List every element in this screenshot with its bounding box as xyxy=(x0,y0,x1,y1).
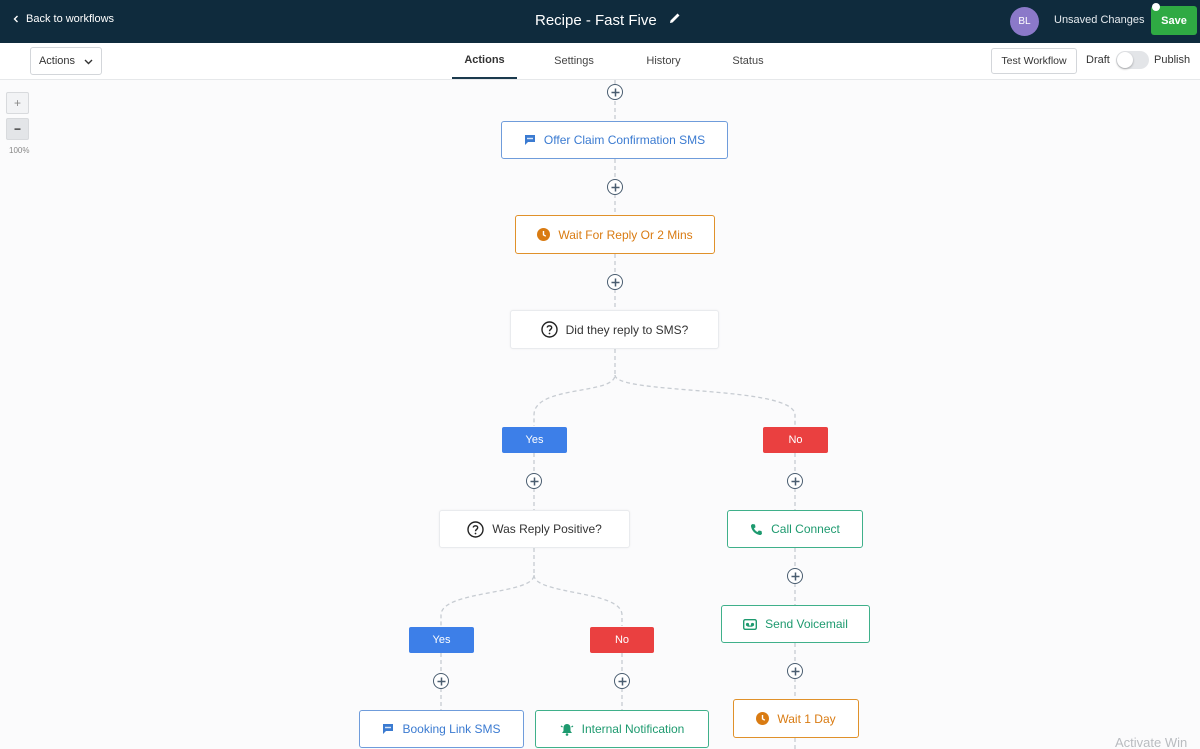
connector xyxy=(440,548,535,626)
add-step-button[interactable] xyxy=(526,473,542,489)
back-label: Back to workflows xyxy=(26,13,115,25)
add-step-button[interactable] xyxy=(607,84,623,100)
connector xyxy=(614,374,796,426)
sub-toolbar: Actions Actions Settings History Status … xyxy=(0,43,1200,80)
plus-icon xyxy=(530,477,538,485)
clock-icon xyxy=(756,712,770,725)
tab-status[interactable]: Status xyxy=(696,43,800,79)
node-internal-notification[interactable]: Internal Notification xyxy=(535,710,709,748)
workflow-tabs: Actions Settings History Status xyxy=(452,43,800,79)
test-workflow-button[interactable]: Test Workflow xyxy=(991,48,1077,74)
node-wait-for-reply[interactable]: Wait For Reply Or 2 Mins xyxy=(515,215,715,254)
toggle-knob xyxy=(1117,52,1133,68)
tab-settings[interactable]: Settings xyxy=(517,43,631,79)
plus-icon xyxy=(611,88,619,96)
node-label: Booking Link SMS xyxy=(402,722,501,736)
sms-icon xyxy=(524,135,535,145)
publish-label: Publish xyxy=(1154,54,1191,66)
voicemail-icon xyxy=(743,618,758,630)
branch-replied-no[interactable]: No xyxy=(763,427,828,453)
workflow-title-group: Recipe - Fast Five xyxy=(535,11,681,29)
connector xyxy=(533,349,616,426)
unsaved-indicator-dot xyxy=(1152,3,1160,11)
branch-replied-yes[interactable]: Yes xyxy=(502,427,567,453)
node-offer-claim-sms[interactable]: Offer Claim Confirmation SMS xyxy=(501,121,728,159)
condition-label: Was Reply Positive? xyxy=(492,522,602,536)
add-step-button[interactable] xyxy=(614,673,630,689)
plus-icon xyxy=(437,677,445,685)
zoom-level: 100% xyxy=(9,146,30,155)
plus-icon xyxy=(611,278,619,286)
phone-icon xyxy=(751,523,763,535)
branch-positive-no[interactable]: No xyxy=(590,627,654,653)
unsaved-changes-status: Unsaved Changes xyxy=(1054,14,1145,26)
actions-dropdown-label: Actions xyxy=(38,55,76,67)
node-booking-link-sms[interactable]: Booking Link SMS xyxy=(359,710,524,748)
condition-did-they-reply[interactable]: Did they reply to SMS? xyxy=(510,310,719,349)
zoom-in-button[interactable]: + xyxy=(6,92,29,114)
plus-icon xyxy=(618,677,626,685)
node-label: Wait 1 Day xyxy=(777,711,836,726)
clock-icon xyxy=(537,228,551,241)
workflow-title: Recipe - Fast Five xyxy=(535,11,657,29)
add-step-button[interactable] xyxy=(787,568,803,584)
tab-actions[interactable]: Actions xyxy=(452,43,517,79)
tab-history[interactable]: History xyxy=(631,43,696,79)
add-step-button[interactable] xyxy=(607,179,623,195)
condition-was-reply-positive[interactable]: Was Reply Positive? xyxy=(439,510,630,548)
add-step-button[interactable] xyxy=(787,473,803,489)
condition-label: Did they reply to SMS? xyxy=(565,322,689,337)
question-icon xyxy=(540,321,558,338)
edit-title-pencil-icon[interactable] xyxy=(669,11,681,29)
chevron-down-icon xyxy=(84,59,93,64)
node-label: Internal Notification xyxy=(581,722,685,736)
plus-icon xyxy=(611,183,619,191)
top-bar: Back to workflows Recipe - Fast Five BL … xyxy=(0,0,1200,43)
user-avatar[interactable]: BL xyxy=(1010,7,1039,36)
plus-icon xyxy=(791,477,799,485)
node-call-connect[interactable]: Call Connect xyxy=(727,510,863,548)
connector xyxy=(533,574,623,626)
add-step-button[interactable] xyxy=(433,673,449,689)
bell-icon xyxy=(560,723,573,736)
node-label: Wait For Reply Or 2 Mins xyxy=(558,227,693,242)
publish-toggle[interactable] xyxy=(1116,51,1149,69)
draft-label: Draft xyxy=(1086,54,1110,66)
node-wait-1-day[interactable]: Wait 1 Day xyxy=(733,699,859,738)
node-label: Call Connect xyxy=(771,522,840,536)
zoom-out-button[interactable]: − xyxy=(6,118,29,140)
branch-positive-yes[interactable]: Yes xyxy=(409,627,474,653)
node-label: Send Voicemail xyxy=(765,617,848,631)
add-step-button[interactable] xyxy=(607,274,623,290)
node-label: Offer Claim Confirmation SMS xyxy=(543,133,706,147)
actions-dropdown[interactable]: Actions xyxy=(30,47,102,75)
add-step-button[interactable] xyxy=(787,663,803,679)
chevron-left-icon xyxy=(13,15,18,23)
question-icon xyxy=(467,520,484,538)
os-activation-watermark: Activate Win xyxy=(1115,735,1188,749)
plus-icon xyxy=(791,667,799,675)
sms-icon xyxy=(383,724,394,734)
plus-icon xyxy=(791,572,799,580)
back-to-workflows-link[interactable]: Back to workflows xyxy=(12,13,114,25)
node-send-voicemail[interactable]: Send Voicemail xyxy=(721,605,870,643)
